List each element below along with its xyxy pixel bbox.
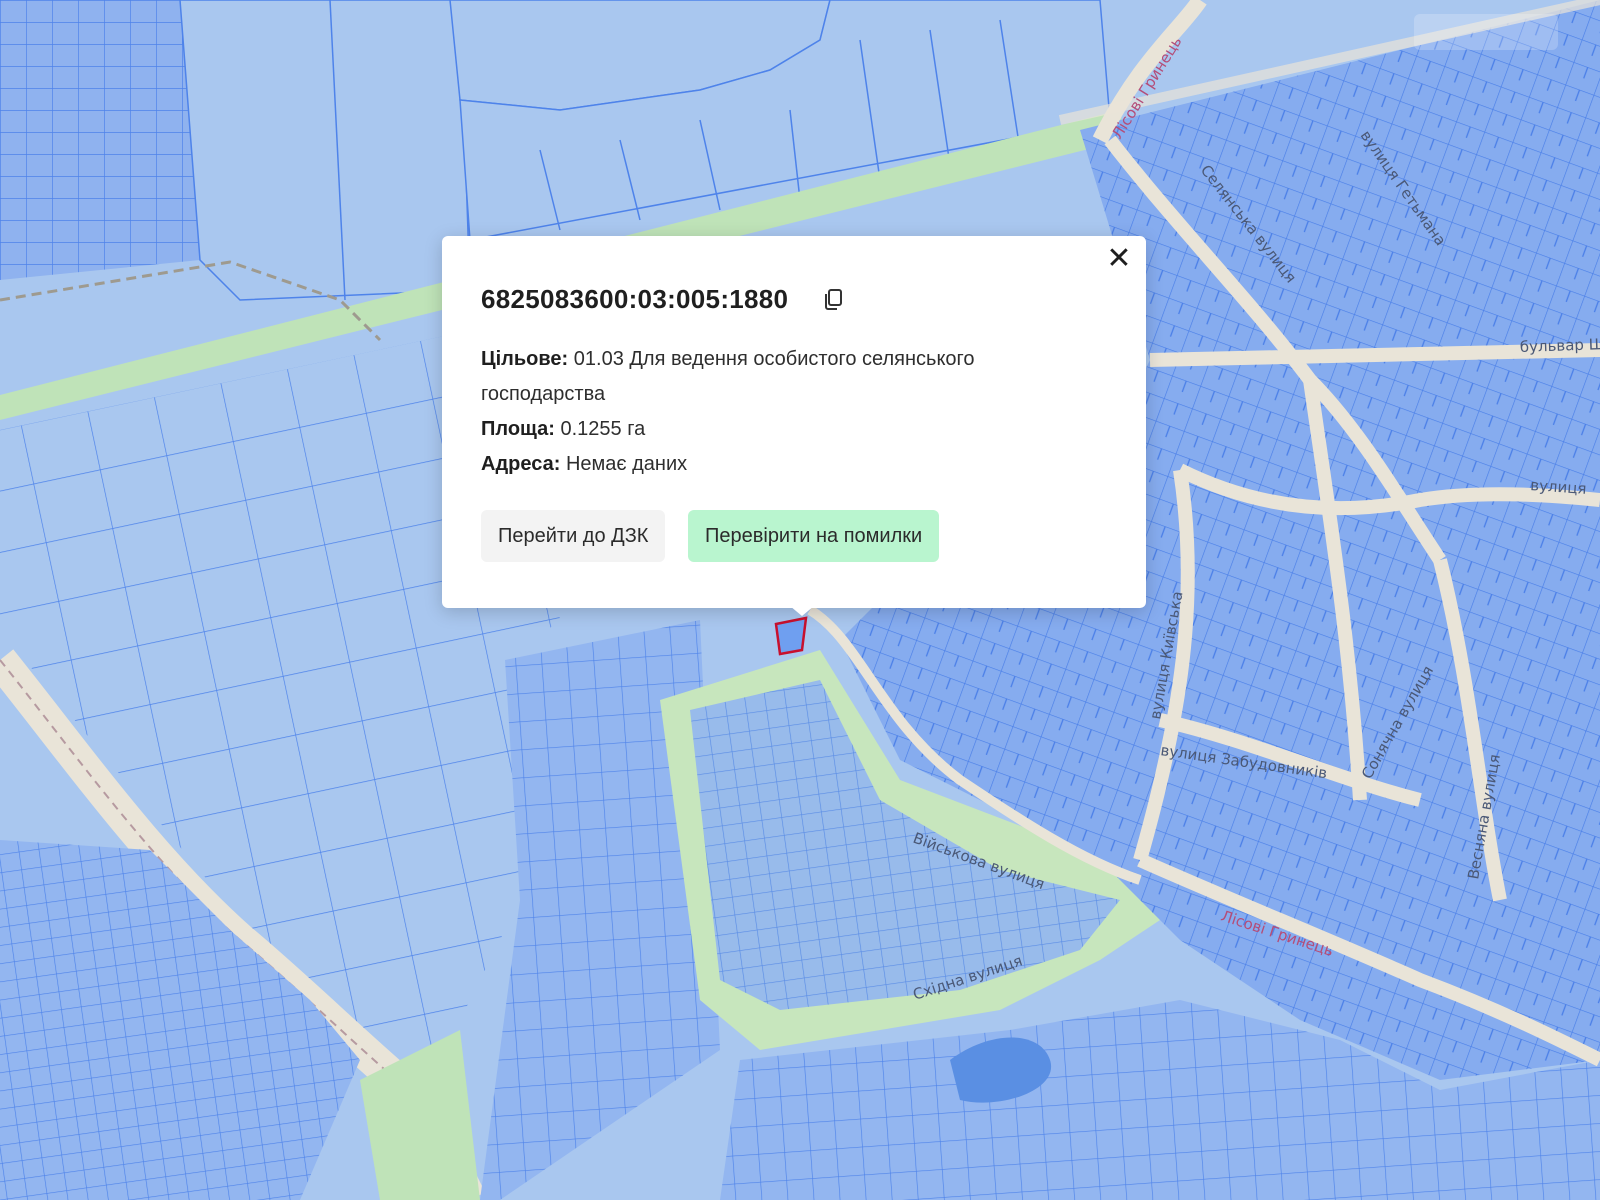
copy-icon[interactable] (822, 287, 844, 311)
address-value: Немає даних (565, 453, 688, 475)
cadastral-number: 6825083600:03:005:1880 (481, 284, 789, 314)
parcel-info: Цільове: 01.03 Для ведення особистого се… (481, 342, 1101, 482)
parcel-block-top-left (0, 0, 471, 301)
check-errors-button[interactable]: Перевірити на помилки (688, 510, 940, 562)
purpose-row: Цільове: 01.03 Для ведення особистого се… (481, 342, 1101, 412)
map-logo-watermark (1414, 14, 1558, 50)
address-row: Адреса: Немає даних (481, 447, 1101, 482)
parcel-info-popup: ✕ 6825083600:03:005:1880 Цільове: 01.03 … (442, 236, 1146, 608)
purpose-label: Цільове: (481, 348, 569, 370)
area-row: Площа: 0.1255 га (481, 412, 1101, 447)
address-label: Адреса: (481, 453, 561, 475)
selected-parcel[interactable] (774, 616, 808, 656)
go-to-dzk-button[interactable]: Перейти до ДЗК (481, 510, 666, 562)
area-label: Площа: (481, 418, 555, 440)
popup-pointer (790, 606, 814, 616)
street-label-boulevard: бульвар Шев (1520, 334, 1600, 356)
close-icon[interactable]: ✕ (1104, 244, 1134, 274)
area-value: 0.1255 га (560, 418, 646, 440)
